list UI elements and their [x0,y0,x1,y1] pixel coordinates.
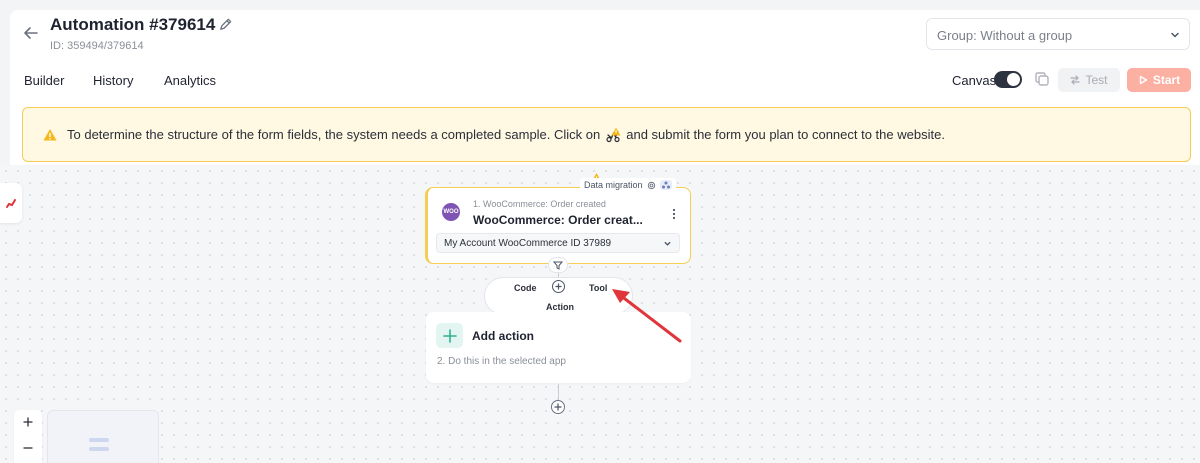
annotation-arrow-icon [612,289,682,343]
test-label: Test [1085,73,1108,87]
chevron-down-icon [1171,32,1179,38]
play-icon [1139,75,1148,85]
popover-tool[interactable]: Tool [589,283,607,293]
add-step-button[interactable] [551,400,565,414]
copy-icon[interactable] [1034,71,1050,87]
automation-id: ID: 359494/379614 [50,40,144,52]
node-title: WooCommerce: Order creat... [473,213,643,227]
plus-icon [554,403,562,411]
canvas-label: Canvas [952,73,997,88]
toggle-knob [1007,73,1020,86]
minimap-node [89,447,109,451]
tab-analytics[interactable]: Analytics [164,73,216,88]
minus-icon [23,447,33,449]
group-select-overlay [927,19,1067,24]
warning-text-start: To determine the structure of the form f… [67,127,601,142]
account-select[interactable]: My Account WooCommerce ID 37989 [436,233,680,253]
node-step: 1. WooCommerce: Order created [473,199,606,209]
start-label: Start [1152,73,1181,87]
plus-icon [436,323,463,348]
add-action-title: Add action [472,329,534,343]
trigger-node[interactable]: WOO 1. WooCommerce: Order created WooCom… [425,187,691,264]
plus-icon [23,417,33,427]
gear-icon [647,181,655,189]
tab-history[interactable]: History [93,73,133,88]
minimap-node [89,438,109,442]
warning-banner: To determine the structure of the form f… [22,107,1191,162]
account-value: My Account WooCommerce ID 37989 [444,238,612,249]
plus-icon[interactable] [552,280,565,293]
chevron-down-icon [664,241,671,246]
badge-label: Data migration [584,180,643,190]
woocommerce-logo-icon: WOO [442,203,460,221]
warning-icon [43,128,57,140]
tab-builder[interactable]: Builder [24,73,64,88]
users-icon [659,180,672,190]
side-tool-button[interactable] [0,183,22,223]
test-button[interactable]: Test [1058,68,1120,92]
zoom-controls [14,410,42,463]
shuffle-icon [1070,75,1081,85]
filter-icon [553,261,563,270]
group-select-value: Group: Without a group [937,28,1073,43]
zoom-out-button[interactable] [14,436,42,460]
data-migration-badge[interactable]: Data migration [580,178,676,192]
connector-line [558,384,559,400]
back-arrow-icon[interactable] [22,24,40,42]
page-title: Automation #379614 [50,15,216,34]
filter-button[interactable] [548,257,568,273]
start-button[interactable]: Start [1127,68,1191,92]
group-select[interactable]: Group: Without a group [926,18,1190,50]
warning-text-end: and submit the form you plan to connect … [626,127,945,142]
add-action-subtitle: 2. Do this in the selected app [437,356,566,367]
pointer-icon[interactable] [604,126,622,144]
kebab-icon[interactable] [672,208,676,220]
popover-code[interactable]: Code [514,283,537,293]
minimap[interactable] [47,410,159,463]
zoom-in-button[interactable] [14,410,42,434]
pen-line-icon [6,199,16,208]
canvas-toggle[interactable] [994,71,1022,88]
popover-action[interactable]: Action [546,302,574,312]
pencil-icon[interactable] [218,17,233,32]
